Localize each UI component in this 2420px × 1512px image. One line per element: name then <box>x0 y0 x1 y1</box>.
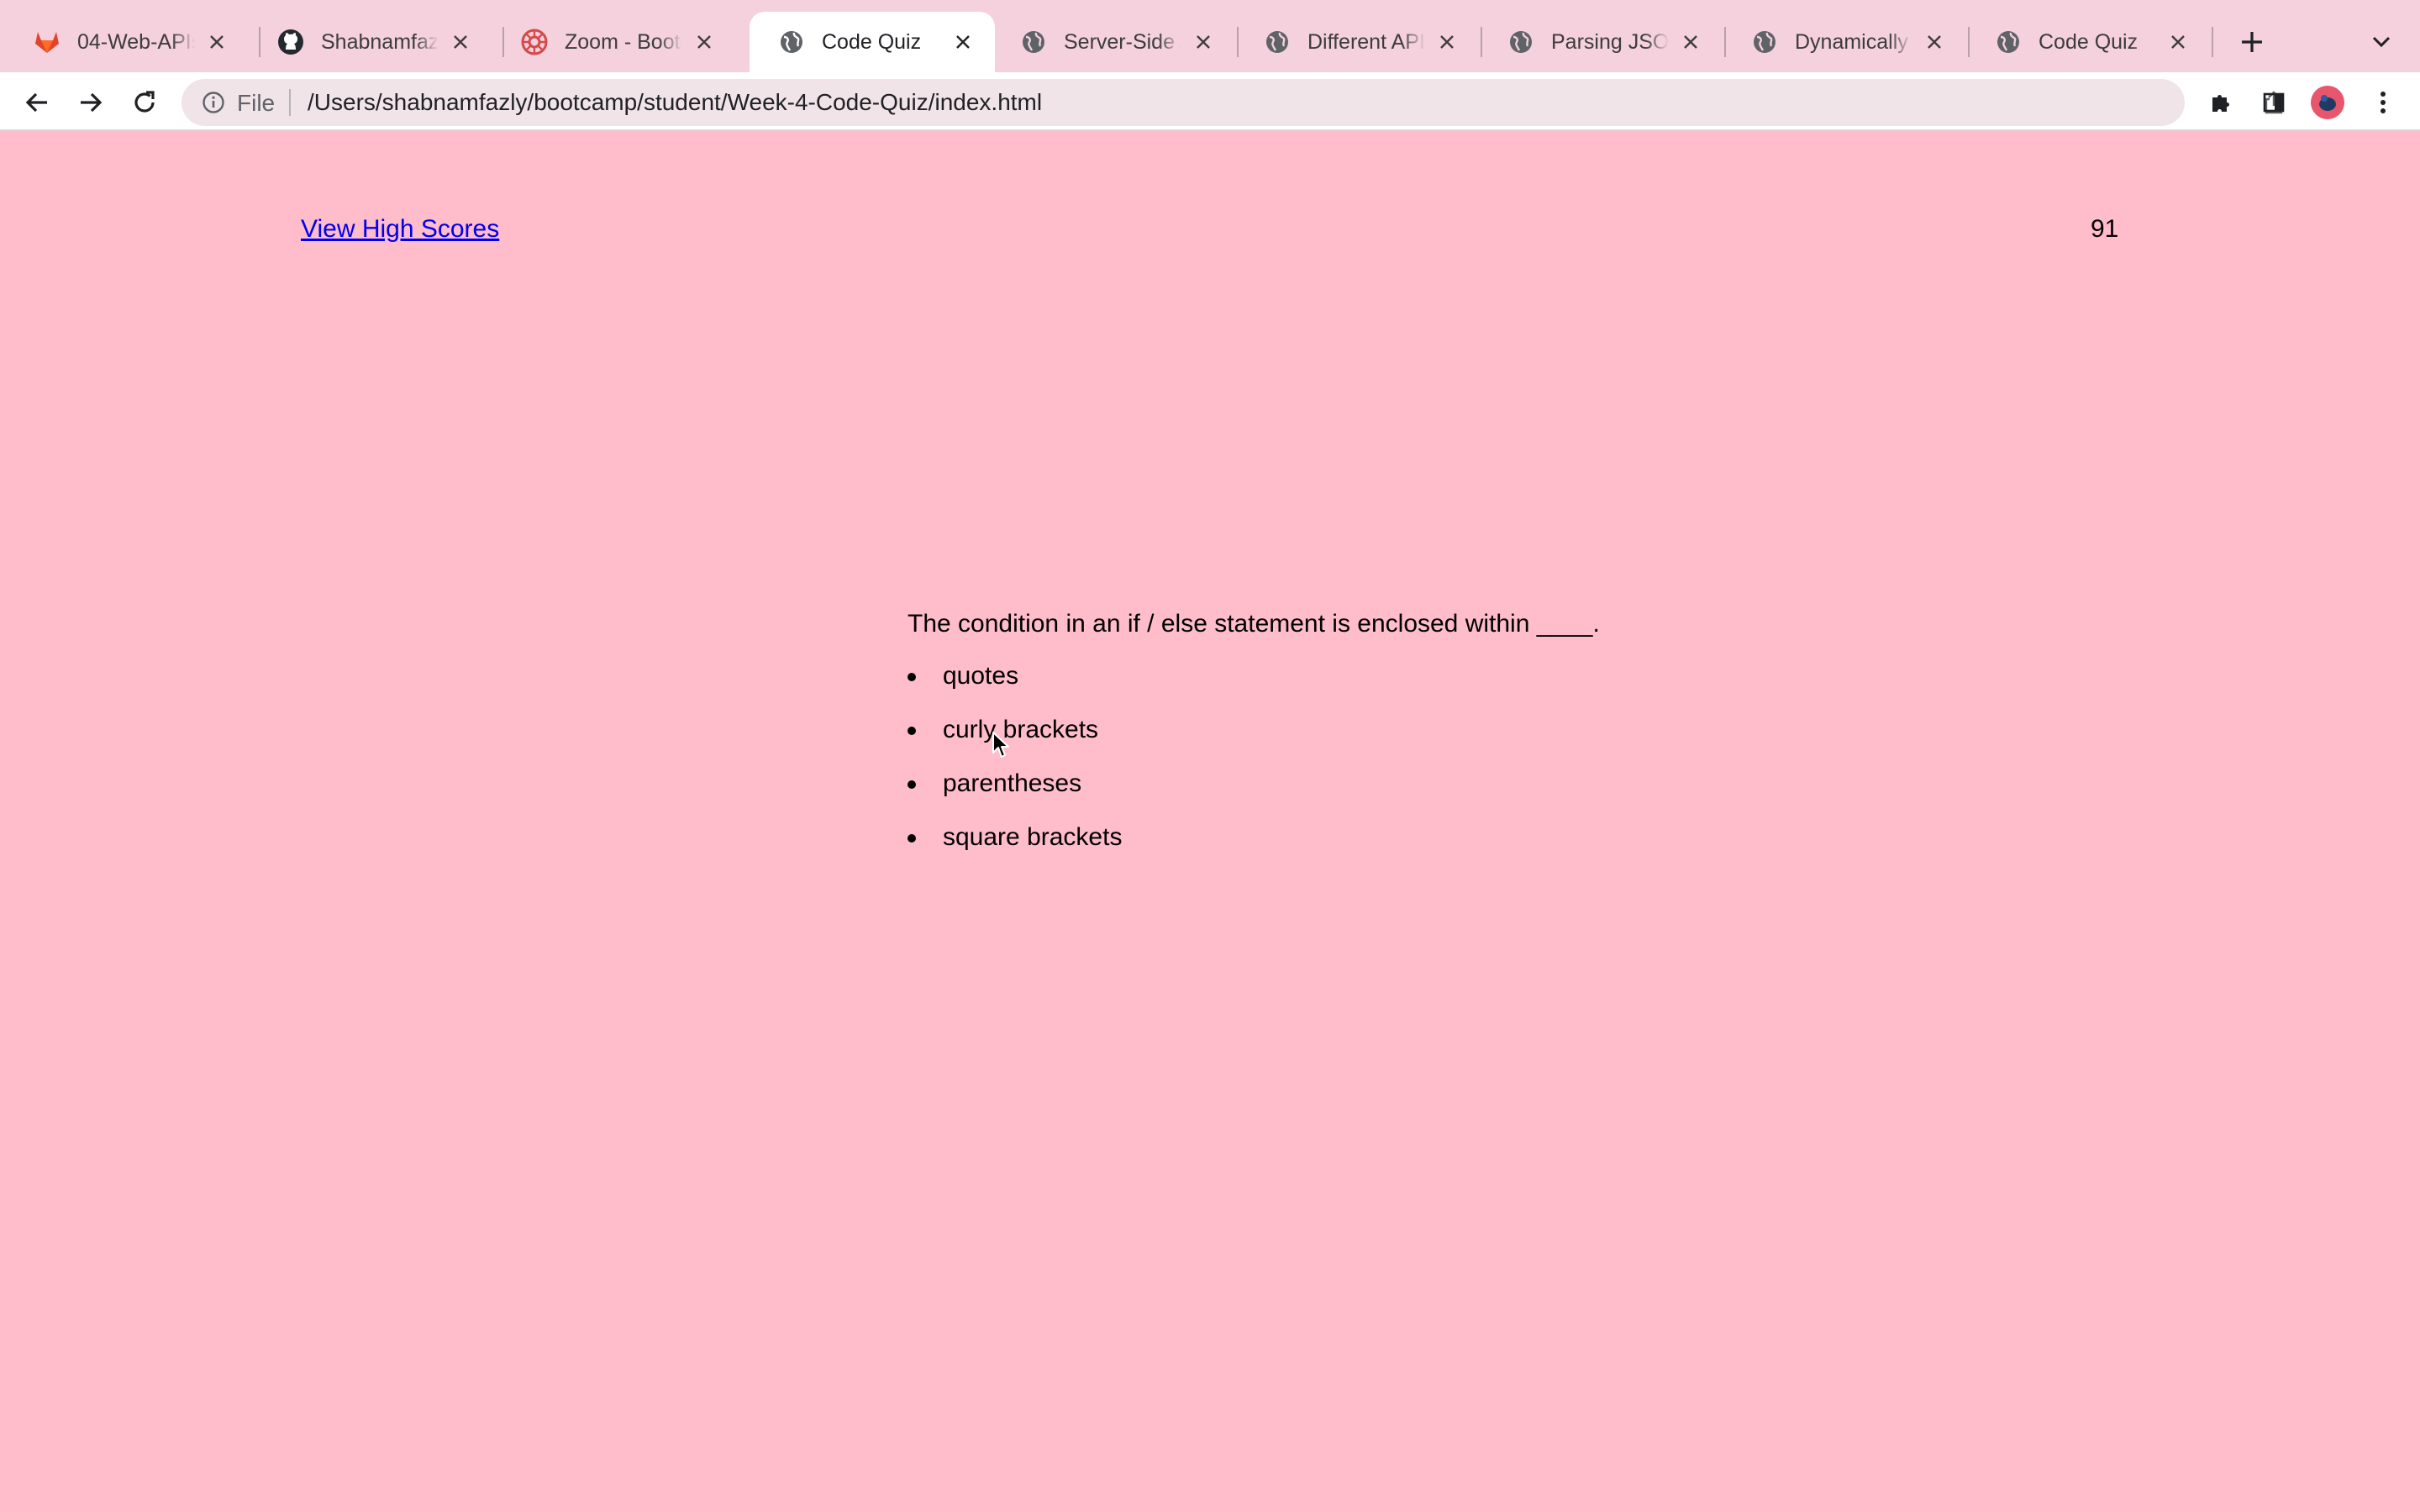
answer-list: quotes curly brackets parentheses square… <box>908 662 1600 877</box>
close-icon[interactable] <box>1921 29 1948 55</box>
url-scheme-label: File <box>237 90 276 116</box>
quiz-container: The condition in an if / else statement … <box>908 610 1600 877</box>
tab-title: 04-Web-APIs/ <box>77 29 195 54</box>
tab-title: Shabnamfazly/ <box>321 29 439 54</box>
close-icon[interactable] <box>691 29 718 55</box>
tab-zoom[interactable]: Zoom - Bootca <box>492 12 736 72</box>
tab-different-api[interactable]: Different API n <box>1235 12 1479 72</box>
answer-option[interactable]: curly brackets <box>908 716 1600 769</box>
answer-option[interactable]: quotes <box>908 662 1600 716</box>
reload-icon <box>134 91 155 113</box>
close-icon[interactable] <box>1677 29 1704 55</box>
kebab-menu-icon <box>2381 92 2386 113</box>
tab-search-button[interactable] <box>2366 27 2396 57</box>
zoom-icon <box>521 29 548 55</box>
close-icon[interactable] <box>1434 29 1460 55</box>
tab-title: Zoom - Bootca <box>565 29 682 54</box>
tab-dynamically[interactable]: Dynamically G <box>1723 12 1966 72</box>
reload-button[interactable] <box>126 84 163 121</box>
profile-button[interactable] <box>2309 84 2346 121</box>
tab-04-web-apis[interactable]: 04-Web-APIs/ <box>5 12 249 72</box>
tab-shabnamfazly[interactable]: Shabnamfazly/ <box>249 12 492 72</box>
new-tab-button[interactable] <box>2235 25 2269 59</box>
chevron-down-icon <box>2372 36 2391 48</box>
tab-title: Server-Side A <box>1064 29 1181 54</box>
github-icon <box>277 29 304 55</box>
side-panel-button[interactable] <box>2255 84 2292 121</box>
view-high-scores-link[interactable]: View High Scores <box>301 215 499 244</box>
globe-icon <box>778 29 805 55</box>
forward-button[interactable] <box>72 84 109 121</box>
close-icon[interactable] <box>1190 29 1217 55</box>
side-panel-icon <box>2263 92 2285 113</box>
tab-title: Code Quiz <box>822 29 922 54</box>
globe-icon <box>1507 29 1534 55</box>
arrow-right-icon <box>81 92 103 113</box>
close-icon[interactable] <box>2165 29 2191 55</box>
timer-value: 91 <box>2091 215 2119 243</box>
close-icon[interactable] <box>447 29 474 55</box>
puzzle-icon <box>2212 95 2229 112</box>
gitlab-icon <box>34 29 60 55</box>
globe-icon <box>1020 29 1047 55</box>
avatar <box>2311 86 2344 119</box>
url-divider <box>289 89 291 116</box>
menu-button[interactable] <box>2365 84 2402 121</box>
url-text[interactable]: /Users/shabnamfazly/bootcamp/student/Wee… <box>308 89 1042 116</box>
globe-icon <box>1995 29 2022 55</box>
question-text: The condition in an if / else statement … <box>908 610 1600 638</box>
globe-icon <box>1751 29 1778 55</box>
tab-parsing-json[interactable]: Parsing JSON <box>1479 12 1723 72</box>
tab-title: Code Quiz <box>2039 29 2139 54</box>
tab-server-side[interactable]: Server-Side A <box>992 12 1235 72</box>
tab-code-quiz[interactable]: Code Quiz <box>1966 12 2210 72</box>
tab-separator <box>2212 27 2213 57</box>
plus-icon <box>2242 32 2262 52</box>
answer-option[interactable]: square brackets <box>908 823 1600 877</box>
close-icon[interactable] <box>950 29 976 55</box>
arrow-left-icon <box>25 92 47 113</box>
tab-title: Dynamically G <box>1795 29 1912 54</box>
back-button[interactable] <box>18 84 55 121</box>
address-bar[interactable]: File /Users/shabnamfazly/bootcamp/studen… <box>182 79 2342 126</box>
info-icon[interactable] <box>200 89 227 116</box>
browser-toolbar: File /Users/shabnamfazly/bootcamp/studen… <box>0 72 2420 131</box>
tab-code-quiz-active[interactable]: Code Quiz <box>750 12 995 72</box>
close-icon[interactable] <box>203 29 230 55</box>
tab-strip: 04-Web-APIs/ Shabnamfazly/ Zoom - Bootca… <box>0 0 2420 72</box>
tab-title: Different API n <box>1307 29 1425 54</box>
answer-option[interactable]: parentheses <box>908 769 1600 823</box>
tab-title: Parsing JSON <box>1551 29 1669 54</box>
extensions-button[interactable] <box>2203 84 2240 121</box>
mouse-pointer-icon <box>992 732 1009 758</box>
globe-icon <box>1264 29 1291 55</box>
